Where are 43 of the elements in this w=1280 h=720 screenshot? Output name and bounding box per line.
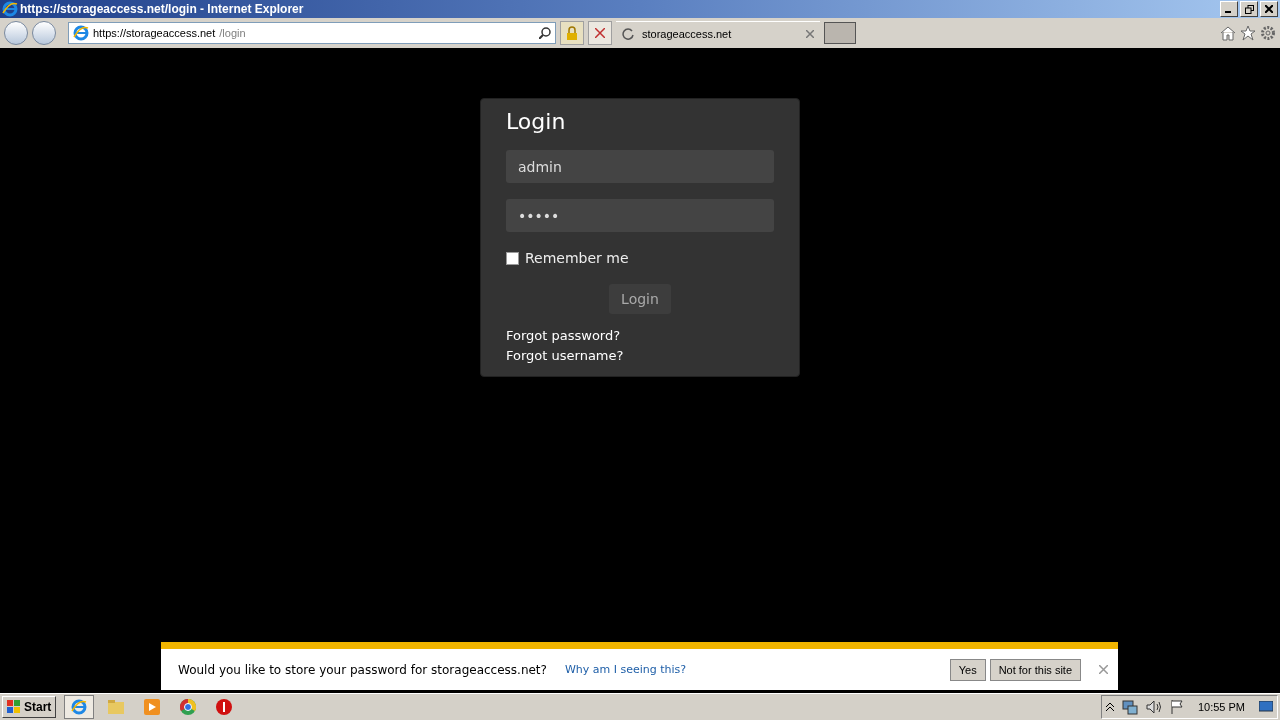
clock[interactable]: 10:55 PM [1197,701,1245,713]
address-field[interactable]: https://storageaccess.net /login [68,22,556,44]
forgot-link[interactable]: Forgot username? [506,346,624,366]
info-link[interactable]: Why am I seeing this? [564,663,946,676]
login-button[interactable]: Login [609,284,671,314]
close-icon [595,28,605,38]
forgot-link[interactable]: Forgot password? [506,326,621,346]
close-tab-icon[interactable] [806,29,814,38]
restore-icon [1244,4,1254,14]
stop-sign-icon[interactable] [216,699,233,715]
new-tab-button[interactable] [824,22,856,44]
close-icon[interactable] [1099,665,1108,674]
home-icon[interactable] [1220,25,1236,41]
notification-button[interactable]: Yes [949,658,986,681]
flag-icon[interactable] [1169,699,1184,715]
back-button[interactable] [4,21,28,45]
minimize-button[interactable] [1220,1,1238,17]
notification-message: Would you like to store your password for storageaccess.net? [178,662,547,677]
close-button[interactable] [1260,1,1278,17]
password-field[interactable]: ••••• [506,199,774,232]
close-icon [1265,5,1273,13]
remember-label: Remember me [525,250,629,266]
show-desktop-icon[interactable] [1259,701,1273,713]
restore-button[interactable] [1240,1,1258,17]
username-field[interactable]: admin [506,150,774,183]
network-icon[interactable] [1121,699,1138,715]
volume-icon[interactable] [1145,699,1162,715]
stop-button[interactable] [588,21,612,45]
start-button[interactable]: Start [2,696,57,718]
browser-icon [73,25,89,41]
forward-button[interactable] [32,21,56,45]
browser-icon [2,1,18,17]
chevron-up-icon[interactable] [1105,702,1114,712]
login-title: Login [506,109,567,134]
settings-icon[interactable] [1260,25,1276,41]
chrome-icon[interactable] [180,699,197,715]
windows-logo-icon [7,700,21,714]
window-title: https://storageaccess.net/login - Internet Explorer [20,2,305,16]
search-icon[interactable] [539,27,551,39]
star-icon[interactable] [1240,25,1256,41]
notification-button[interactable]: Not for this site [989,658,1081,681]
browser-icon [71,699,88,715]
remember-checkbox[interactable] [506,251,519,265]
